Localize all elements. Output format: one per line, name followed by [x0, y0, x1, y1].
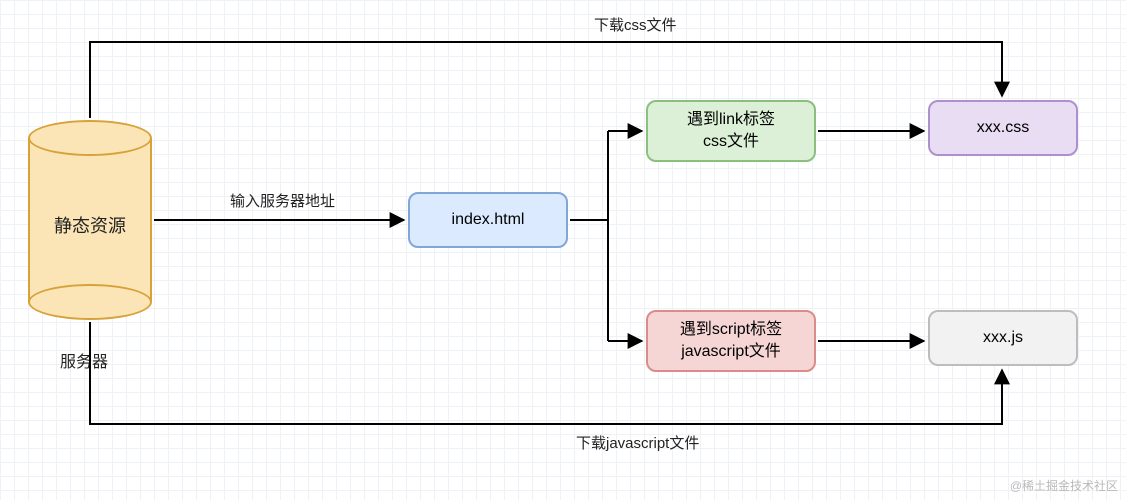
diagram-stage: 静态资源 服务器 index.html 遇到link标签css文件 遇到scri…	[0, 0, 1126, 500]
arrow-download-css	[90, 42, 1002, 118]
arrow-download-js	[90, 322, 1002, 424]
arrows-layer	[0, 0, 1126, 500]
cylinder-label: 静态资源	[28, 212, 152, 238]
cylinder-top	[28, 120, 152, 156]
